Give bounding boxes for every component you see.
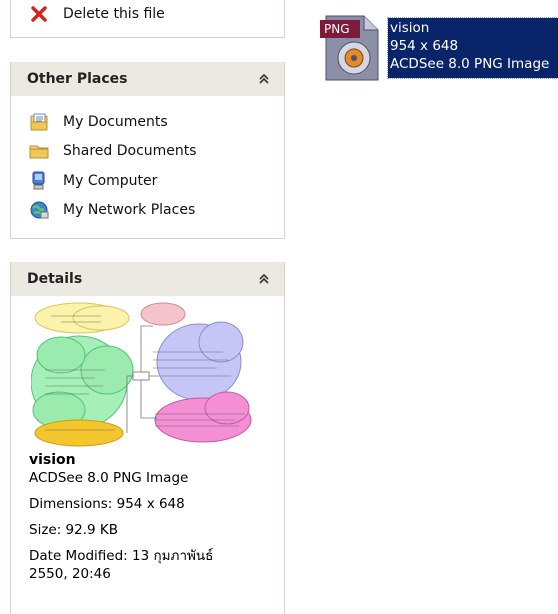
collapse-chevron-icon[interactable] bbox=[256, 271, 272, 287]
file-name: vision bbox=[390, 20, 430, 36]
other-places-item-my-documents[interactable]: My Documents bbox=[11, 107, 284, 137]
other-places-item-label: Shared Documents bbox=[63, 143, 197, 160]
collapse-chevron-icon[interactable] bbox=[256, 71, 272, 87]
other-places-item-my-network-places[interactable]: My Network Places bbox=[11, 196, 284, 226]
details-size: Size: 92.9 KB bbox=[29, 522, 119, 538]
my-computer-icon bbox=[29, 171, 49, 191]
other-places-header[interactable]: Other Places bbox=[11, 62, 284, 96]
details-date-modified: Date Modified: 13 กุมภาพันธ์ 2550, 20:46 bbox=[29, 548, 214, 582]
file-dimensions: 954 x 648 bbox=[390, 38, 459, 54]
details-title: Details bbox=[27, 271, 83, 287]
other-places-item-label: My Documents bbox=[63, 113, 168, 130]
other-places-title: Other Places bbox=[27, 71, 128, 87]
other-places-item-shared-documents[interactable]: Shared Documents bbox=[11, 137, 284, 167]
task-pane: Delete this file Other Places My Documen… bbox=[0, 0, 296, 614]
delete-file-link[interactable]: Delete this file bbox=[11, 0, 284, 34]
other-places-item-my-computer[interactable]: My Computer bbox=[11, 166, 284, 196]
details-header[interactable]: Details bbox=[11, 262, 284, 296]
png-badge: PNG bbox=[324, 22, 350, 36]
file-label: vision 954 x 648 ACDSee 8.0 PNG Image bbox=[387, 17, 558, 79]
other-places-panel: Other Places My Documents Shared Documen… bbox=[10, 62, 285, 239]
file-thumbnail bbox=[30, 300, 253, 448]
other-places-item-label: My Computer bbox=[63, 172, 158, 189]
details-panel: Details vision ACDSee 8.0 PNG Image Dime… bbox=[10, 262, 285, 614]
details-dimensions: Dimensions: 954 x 648 bbox=[29, 496, 185, 512]
folder-icon bbox=[29, 141, 49, 161]
file-tasks-panel: Delete this file bbox=[10, 0, 285, 38]
file-type: ACDSee 8.0 PNG Image bbox=[390, 56, 550, 72]
network-places-icon bbox=[29, 200, 49, 220]
file-item-vision[interactable]: PNG vision 954 x 648 ACDSee 8.0 PNG Imag… bbox=[320, 14, 558, 84]
other-places-item-label: My Network Places bbox=[63, 202, 196, 219]
my-documents-icon bbox=[29, 112, 49, 132]
delete-file-label: Delete this file bbox=[63, 6, 165, 22]
details-file-type: ACDSee 8.0 PNG Image bbox=[29, 470, 189, 486]
png-file-icon: PNG bbox=[320, 14, 384, 82]
delete-icon bbox=[29, 4, 49, 24]
details-file-name: vision bbox=[29, 452, 76, 468]
